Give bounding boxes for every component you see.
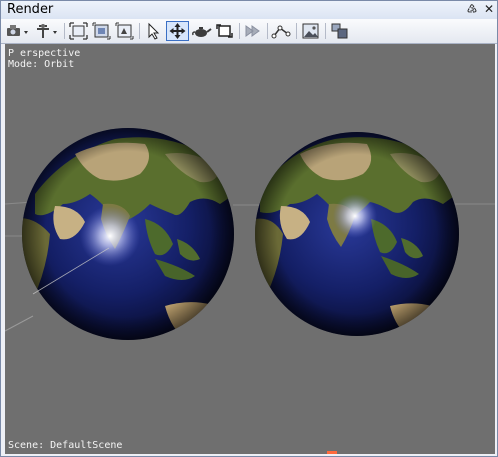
orbit-move-icon[interactable] (166, 21, 189, 41)
toolbar-separator (296, 23, 297, 39)
render-viewport[interactable]: P erspective Mode: Orbit Scene: DefaultS… (5, 44, 495, 454)
render-teapot-icon[interactable] (191, 21, 212, 41)
curve-tool-icon[interactable] (271, 21, 292, 41)
mode-label: Mode: Orbit (8, 59, 75, 70)
light-dropdown-icon[interactable] (34, 21, 60, 41)
camera-dropdown-icon[interactable] (5, 21, 31, 41)
toolbar-separator (325, 23, 326, 39)
toolbar-separator (64, 23, 65, 39)
zoom-region-icon[interactable] (91, 21, 112, 41)
render-window: Render ♵ ✕ P erspective Mode: Orbit Scen… (0, 0, 498, 457)
toolbar-separator (139, 23, 140, 39)
image-icon[interactable] (300, 21, 321, 41)
layout-icon[interactable] (329, 21, 350, 41)
window-title: Render (7, 2, 54, 17)
scene-label: Scene: DefaultScene (8, 440, 123, 451)
toolbar (1, 19, 497, 44)
toolbar-separator (239, 23, 240, 39)
select-arrow-icon[interactable] (143, 21, 163, 41)
zoom-selected-icon[interactable] (114, 21, 135, 41)
projection-label: P erspective (8, 48, 81, 59)
render-frame-icon[interactable] (214, 21, 235, 41)
globe-left[interactable] (11, 128, 235, 344)
orange-marker (327, 451, 337, 454)
globe-right[interactable] (255, 132, 459, 342)
toolbar-separator (267, 23, 268, 39)
grid-line (5, 315, 34, 332)
zoom-extents-icon[interactable] (68, 21, 89, 41)
close-icon[interactable]: ✕ (482, 2, 496, 17)
title-bar: Render ♵ ✕ (1, 1, 497, 20)
pin-icon[interactable]: ♵ (465, 2, 479, 17)
scene-canvas (5, 128, 495, 454)
render-region-icon[interactable] (242, 21, 263, 41)
